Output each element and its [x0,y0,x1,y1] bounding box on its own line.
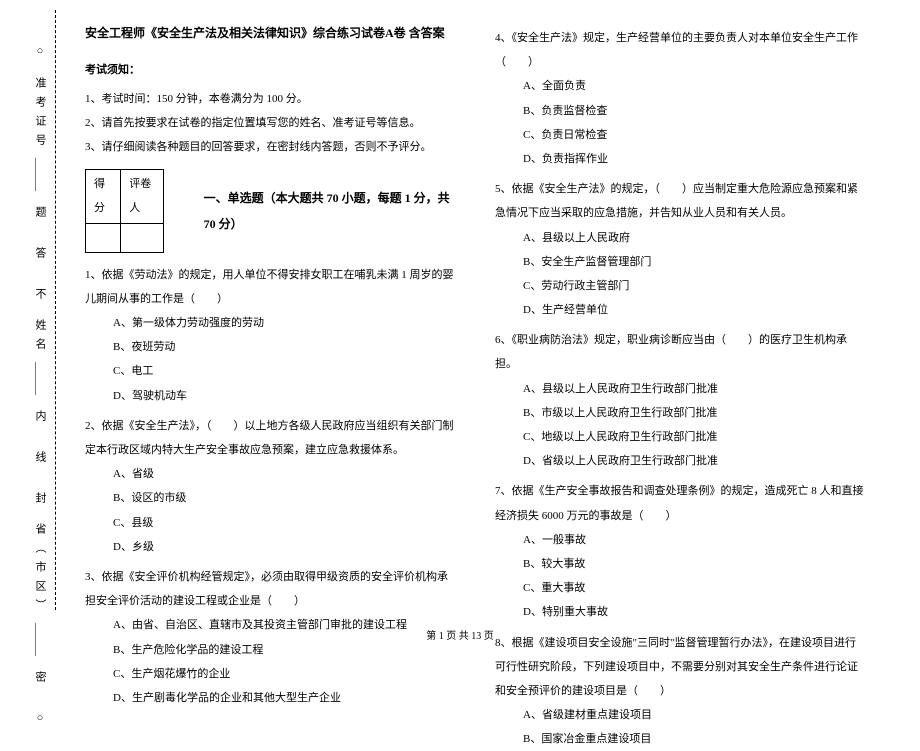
section-1-title: 一、单选题（本大题共 70 小题，每题 1 分，共 70 分） [204,185,455,238]
exam-title: 安全工程师《安全生产法及相关法律知识》综合练习试卷A卷 含答案 [85,20,455,46]
question-stem: 2、依据《安全生产法》，（ ）以上地方各级人民政府应当组织有关部门制定本行政区域… [85,414,455,462]
option-C: C、县级 [85,511,455,535]
notice-1: 1、考试时间：150 分钟，本卷满分为 100 分。 [85,87,455,111]
fold-line [55,10,56,610]
score-cell-label: 得分 [86,170,121,223]
admission-underline: ______ [34,158,46,191]
score-cell-blank [86,223,121,252]
option-B: B、负责监督检查 [495,99,865,123]
margin-circle-2: ○ [34,712,46,724]
option-B: B、安全生产监督管理部门 [495,250,865,274]
page-footer: 第 1 页 共 13 页 [0,627,920,642]
option-B: B、市级以上人民政府卫生行政部门批准 [495,401,865,425]
right-column: 4、《安全生产法》规定，生产经营单位的主要负责人对本单位安全生产工作（ ）A、全… [480,20,880,620]
option-A: A、县级以上人民政府 [495,226,865,250]
question-stem: 6、《职业病防治法》规定，职业病诊断应当由（ ）的医疗卫生机构承担。 [495,328,865,376]
question-stem: 1、依据《劳动法》的规定，用人单位不得安排女职工在哺乳未满 1 周岁的婴儿期间从… [85,263,455,311]
option-C: C、重大事故 [495,576,865,600]
reviewer-cell-blank [121,223,163,252]
right-question-3: 6、《职业病防治法》规定，职业病诊断应当由（ ）的医疗卫生机构承担。A、县级以上… [495,328,865,473]
option-C: C、劳动行政主管部门 [495,274,865,298]
option-B: B、国家冶金重点建设项目 [495,727,865,751]
left-question-1: 1、依据《劳动法》的规定，用人单位不得安排女职工在哺乳未满 1 周岁的婴儿期间从… [85,263,455,408]
option-C: C、电工 [85,359,455,383]
seal-char-6: 题 [32,206,48,217]
right-question-4: 7、依据《生产安全事故报告和调查处理条例》的规定，造成死亡 8 人和直接经济损失… [495,479,865,624]
option-D: D、特别重大事故 [495,600,865,624]
question-stem: 4、《安全生产法》规定，生产经营单位的主要负责人对本单位安全生产工作（ ） [495,26,865,74]
option-A: A、县级以上人民政府卫生行政部门批准 [495,377,865,401]
option-D: D、乡级 [85,535,455,559]
option-A: A、第一级体力劳动强度的劳动 [85,311,455,335]
margin-circle: ○ [34,45,46,57]
seal-char-4: 不 [32,288,48,299]
name-underline: ______ [34,362,46,395]
admission-label: 准考证号 [32,77,48,153]
option-C: C、地级以上人民政府卫生行政部门批准 [495,425,865,449]
left-question-2: 2、依据《安全生产法》，（ ）以上地方各级人民政府应当组织有关部门制定本行政区域… [85,414,455,559]
question-stem: 5、依据《安全生产法》的规定，（ ）应当制定重大危险源应急预案和紧急情况下应当采… [495,177,865,225]
binding-margin: ○ 准考证号 ______ 题 答 不 姓名 ______ 内 线 封 省（市区… [15,0,65,620]
option-D: D、生产经营单位 [495,298,865,322]
province-label: 省（市区） [32,523,48,618]
right-question-1: 4、《安全生产法》规定，生产经营单位的主要负责人对本单位安全生产工作（ ）A、全… [495,26,865,171]
seal-char-3: 内 [32,410,48,421]
seal-char-0: 密 [32,671,48,682]
score-row: 得分 评卷人 一、单选题（本大题共 70 小题，每题 1 分，共 70 分） [85,169,455,253]
name-label: 姓名 [32,319,48,357]
question-stem: 3、依据《安全评价机构经管规定》，必须由取得甲级资质的安全评价机构承担安全评价活… [85,565,455,613]
score-table: 得分 评卷人 [85,169,164,253]
option-D: D、生产剧毒化学品的企业和其他大型生产企业 [85,686,455,710]
notice-3: 3、请仔细阅读各种题目的回答要求，在密封线内答题，否则不予评分。 [85,135,455,159]
page-content: 安全工程师《安全生产法及相关法律知识》综合练习试卷A卷 含答案 考试须知： 1、… [0,0,920,620]
notice-2: 2、请首先按要求在试卷的指定位置填写您的姓名、准考证号等信息。 [85,111,455,135]
right-question-5: 8、根据《建设项目安全设施"三同时"监督管理暂行办法》，在建设项目进行可行性研究… [495,631,865,751]
option-C: C、生产烟花爆竹的企业 [85,662,455,686]
seal-char-5: 答 [32,247,48,258]
seal-char-1: 封 [32,492,48,503]
option-D: D、省级以上人民政府卫生行政部门批准 [495,449,865,473]
reviewer-cell-label: 评卷人 [121,170,163,223]
seal-char-2: 线 [32,451,48,462]
question-stem: 7、依据《生产安全事故报告和调查处理条例》的规定，造成死亡 8 人和直接经济损失… [495,479,865,527]
left-column: 安全工程师《安全生产法及相关法律知识》综合练习试卷A卷 含答案 考试须知： 1、… [70,20,470,620]
option-D: D、驾驶机动车 [85,384,455,408]
right-question-2: 5、依据《安全生产法》的规定，（ ）应当制定重大危险源应急预案和紧急情况下应当采… [495,177,865,322]
option-B: B、设区的市级 [85,486,455,510]
option-D: D、负责指挥作业 [495,147,865,171]
option-A: A、省级建材重点建设项目 [495,703,865,727]
notice-heading: 考试须知： [85,58,455,82]
option-A: A、全面负责 [495,74,865,98]
option-B: B、夜班劳动 [85,335,455,359]
option-A: A、省级 [85,462,455,486]
option-C: C、负责日常检查 [495,123,865,147]
option-B: B、较大事故 [495,552,865,576]
option-A: A、一般事故 [495,528,865,552]
